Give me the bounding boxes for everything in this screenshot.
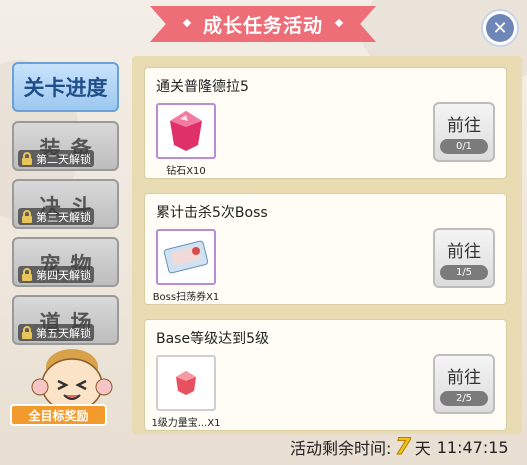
reward-item-label: 1级力量宝...X1: [151, 418, 221, 429]
progress-badge: 1/5: [440, 265, 488, 280]
lock-icon: [22, 151, 32, 165]
reward-item-slot[interactable]: [156, 355, 216, 411]
task-title: Base等级达到5级: [156, 331, 269, 347]
page-title: 成长任务活动: [202, 14, 323, 37]
go-button[interactable]: 前往 0/1: [433, 102, 495, 162]
all-goals-reward-button[interactable]: 全目标奖励: [10, 404, 107, 426]
event-countdown: 活动剩余时间: 7 天 11:47:15: [290, 434, 509, 460]
go-button[interactable]: 前往 2/5: [433, 354, 495, 414]
tab-pet[interactable]: 宠物 第四天解锁: [12, 237, 119, 287]
countdown-label: 活动剩余时间:: [290, 439, 392, 458]
progress-badge: 0/1: [440, 139, 488, 154]
diamond-icon: [334, 18, 344, 28]
boss-ticket-icon: [163, 240, 209, 274]
reward-item-slot[interactable]: [156, 229, 216, 285]
strength-gem-icon: [176, 371, 196, 395]
countdown-days-unit: 天: [414, 439, 431, 458]
go-button[interactable]: 前往 1/5: [433, 228, 495, 288]
reward-item-slot[interactable]: [156, 103, 216, 159]
progress-badge: 2/5: [440, 391, 488, 406]
tab-dojo[interactable]: 道场 第五天解锁: [12, 295, 119, 345]
lock-badge: 第五天解锁: [18, 324, 94, 341]
title-banner: 成长任务活动: [150, 6, 376, 42]
tab-stage-progress[interactable]: 关卡进度: [12, 62, 119, 112]
countdown-days: 7: [395, 434, 411, 460]
diamond-gem-icon: [170, 111, 202, 151]
lock-icon: [22, 325, 32, 339]
countdown-clock: 11:47:15: [436, 437, 509, 457]
lock-icon: [22, 267, 32, 281]
tab-label: 关卡进度: [23, 76, 108, 100]
tab-equipment[interactable]: 装备 第二天解锁: [12, 121, 119, 171]
reward-item-label: 钻石X10: [166, 166, 206, 177]
lock-badge: 第三天解锁: [18, 208, 94, 225]
diamond-icon: [182, 18, 192, 28]
task-title: 通关普隆德拉5: [156, 79, 249, 95]
task-card: 通关普隆德拉5 钻石X10 前往 0/1: [144, 67, 507, 179]
lock-badge: 第二天解锁: [18, 150, 94, 167]
task-card: Base等级达到5级 1级力量宝...X1 前往 2/5: [144, 319, 507, 431]
lock-icon: [22, 209, 32, 223]
task-title: 累计击杀5次Boss: [156, 205, 268, 221]
task-card: 累计击杀5次Boss Boss扫荡券X1 前往 1/5: [144, 193, 507, 305]
tab-duel[interactable]: 决斗 第三天解锁: [12, 179, 119, 229]
lock-badge: 第四天解锁: [18, 266, 94, 283]
reward-item-label: Boss扫荡券X1: [152, 292, 220, 303]
close-icon: ✕: [486, 14, 514, 42]
close-button[interactable]: ✕: [481, 9, 519, 47]
